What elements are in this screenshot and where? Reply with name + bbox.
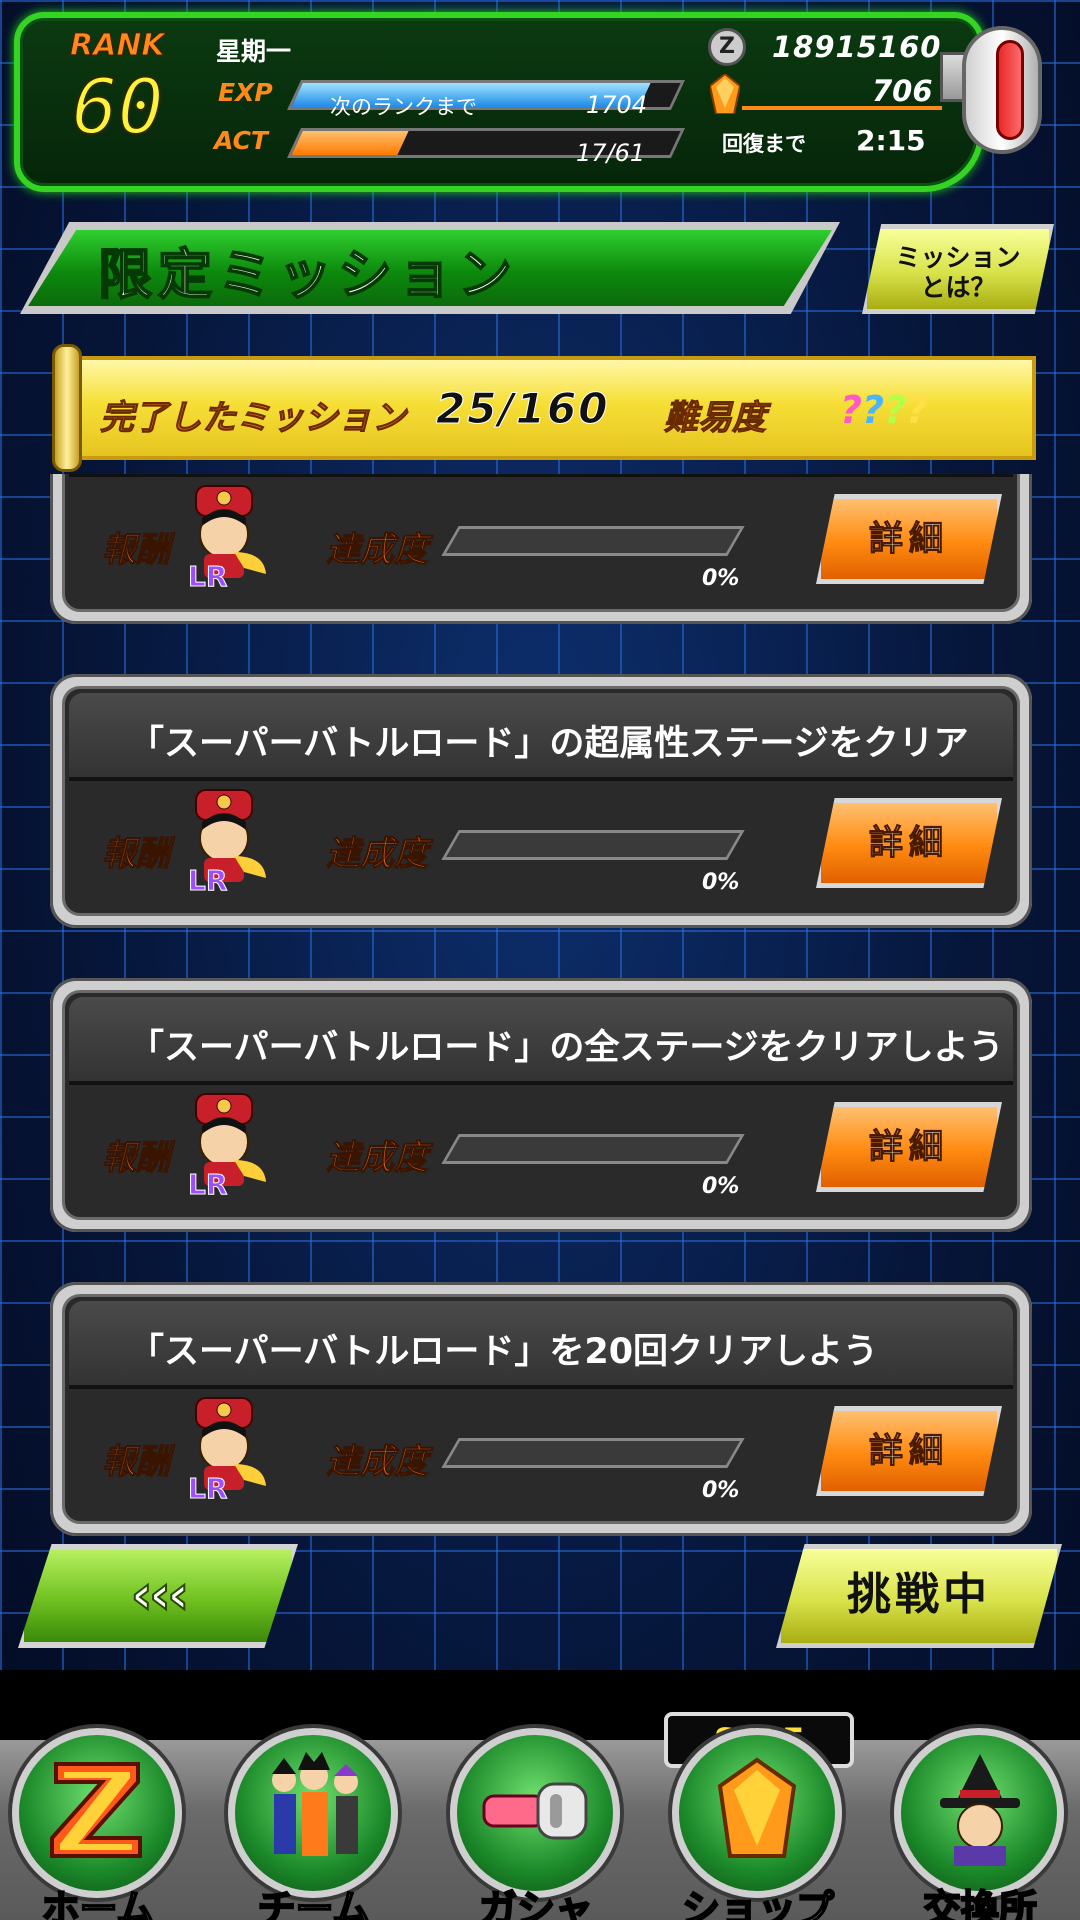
capsule-light-icon bbox=[996, 40, 1024, 140]
mission-title-strip: 「スーパーバトルロード」の超属性ステージをクリア bbox=[69, 693, 1013, 781]
mission-title-strip: 「スーパーバトルロード」の全ステージをクリアしよう bbox=[69, 997, 1013, 1085]
rank-value: 60 bbox=[71, 61, 165, 152]
mission-title: 「スーパーバトルロード」の全ステージをクリアしよう bbox=[129, 1028, 1004, 1068]
progress-bar bbox=[441, 830, 745, 860]
nav-shop-label: ショップ bbox=[681, 1886, 835, 1920]
dragon-stone-count: 706 bbox=[872, 74, 933, 108]
difficulty-value: ???? bbox=[840, 388, 928, 432]
challenge-button[interactable]: 挑戦中 bbox=[776, 1544, 1062, 1648]
detail-button[interactable]: 詳細 bbox=[816, 1102, 1002, 1192]
recover-time: 2:15 bbox=[856, 124, 926, 157]
mission-card: 「スーパーバトルロード」を20回クリアしよう 報酬 LR 達成度 0% 詳細 bbox=[50, 1282, 1032, 1536]
mission-card: 「スーパーバトルロード」の超属性ステージをクリア 報酬 LR 達成度 0% 詳細 bbox=[50, 674, 1032, 928]
progress-bar bbox=[441, 1438, 745, 1468]
nav-gasha-label: ガシャ bbox=[478, 1886, 594, 1920]
act-bar-fill bbox=[291, 131, 409, 155]
detail-button[interactable]: 詳細 bbox=[816, 798, 1002, 888]
reward-label: 報酬 bbox=[102, 530, 171, 571]
detail-button[interactable]: 詳細 bbox=[816, 494, 1002, 584]
nav-home-label: ホーム bbox=[41, 1886, 156, 1920]
progress-percent: 0% bbox=[702, 870, 740, 895]
act-label: ACT bbox=[214, 126, 268, 155]
mission-title: 「スーパーバトルロード」を20回クリアしよう bbox=[129, 1332, 879, 1372]
progress-label: 達成度 bbox=[326, 530, 429, 571]
lr-reward-character-icon: LR bbox=[188, 485, 266, 592]
mission-card: 報酬 LR 達成度 0% 詳細 bbox=[50, 474, 1032, 624]
mission-title-strip: 「スーパーバトルロード」を20回クリアしよう bbox=[69, 1301, 1013, 1389]
exp-remaining: 1704 bbox=[586, 91, 648, 119]
nav-gasha[interactable]: ガシャ bbox=[446, 1728, 626, 1920]
menu-capsule-button[interactable] bbox=[962, 26, 1042, 154]
progress-percent: 0% bbox=[702, 1478, 740, 1503]
progress-bar bbox=[441, 526, 745, 556]
mission-help-button[interactable]: ミッション とは？ bbox=[862, 224, 1054, 314]
nav-exchange-label: 交換所 bbox=[922, 1886, 1038, 1920]
exp-caption: 次のランクまで bbox=[330, 95, 477, 119]
weekday-label: 星期一 bbox=[216, 37, 292, 66]
rank-label: RANK bbox=[70, 28, 166, 64]
team-characters-icon bbox=[272, 1752, 358, 1856]
back-button[interactable]: ‹‹‹ bbox=[18, 1544, 298, 1648]
difficulty-mark: ? bbox=[884, 388, 907, 432]
svg-text:LR: LR bbox=[188, 1472, 227, 1504]
progress-label: 達成度 bbox=[326, 1442, 429, 1483]
capsule-icon bbox=[482, 1782, 588, 1840]
nav-shop[interactable]: ショップ bbox=[668, 1728, 848, 1920]
progress-percent: 0% bbox=[702, 1174, 740, 1199]
lr-reward-character-icon: LR bbox=[188, 1093, 266, 1200]
progress-percent: 0% bbox=[702, 566, 740, 591]
zeni-value: 18915160 bbox=[772, 30, 942, 64]
page-title: 限定ミッション bbox=[97, 242, 518, 307]
progress-bar bbox=[441, 1134, 745, 1164]
reward-label: 報酬 bbox=[102, 1138, 171, 1179]
act-value: 17/61 bbox=[576, 139, 646, 167]
completed-count: 25/160 bbox=[435, 384, 610, 434]
difficulty-mark: ? bbox=[862, 388, 885, 432]
mission-title: 「スーパーバトルロード」の超属性ステージをクリア bbox=[129, 724, 969, 764]
lr-reward-character-icon: LR bbox=[188, 1397, 266, 1504]
lr-reward-character-icon: LR bbox=[188, 789, 266, 896]
nav-home[interactable]: ホーム bbox=[8, 1728, 188, 1920]
mission-card: 「スーパーバトルロード」の全ステージをクリアしよう 報酬 LR 達成度 0% 詳… bbox=[50, 978, 1032, 1232]
difficulty-mark: ? bbox=[906, 388, 929, 432]
detail-button[interactable]: 詳細 bbox=[816, 1406, 1002, 1496]
svg-text:LR: LR bbox=[188, 864, 227, 896]
dragon-stone-icon bbox=[717, 1757, 797, 1858]
exp-label: EXP bbox=[218, 78, 273, 107]
completed-label: 完了したミッション bbox=[100, 398, 407, 439]
reward-label: 報酬 bbox=[102, 1442, 171, 1483]
baba-witch-icon bbox=[940, 1754, 1020, 1866]
svg-text:LR: LR bbox=[188, 560, 227, 592]
dragonball-z-logo-icon bbox=[50, 1762, 142, 1858]
reward-label: 報酬 bbox=[102, 834, 171, 875]
recover-label: 回復まで bbox=[722, 132, 806, 156]
nav-team-label: チーム bbox=[257, 1886, 372, 1920]
dragon-stone-icon bbox=[710, 74, 740, 114]
progress-label: 達成度 bbox=[326, 1138, 429, 1179]
nav-exchange[interactable]: 交換所 bbox=[890, 1728, 1070, 1920]
scroll-roll bbox=[52, 344, 82, 472]
progress-label: 達成度 bbox=[326, 834, 429, 875]
zeni-icon: Z bbox=[708, 28, 746, 66]
nav-team[interactable]: チーム bbox=[224, 1728, 404, 1920]
svg-text:LR: LR bbox=[188, 1168, 227, 1200]
difficulty-mark: ? bbox=[840, 388, 863, 432]
mission-title-strip bbox=[69, 474, 1013, 477]
mission-list[interactable]: 報酬 LR 達成度 0% 詳細 「スーパーバトルロード」の超属性ステージをクリア… bbox=[44, 474, 1036, 1550]
difficulty-label: 難易度 bbox=[664, 398, 767, 439]
